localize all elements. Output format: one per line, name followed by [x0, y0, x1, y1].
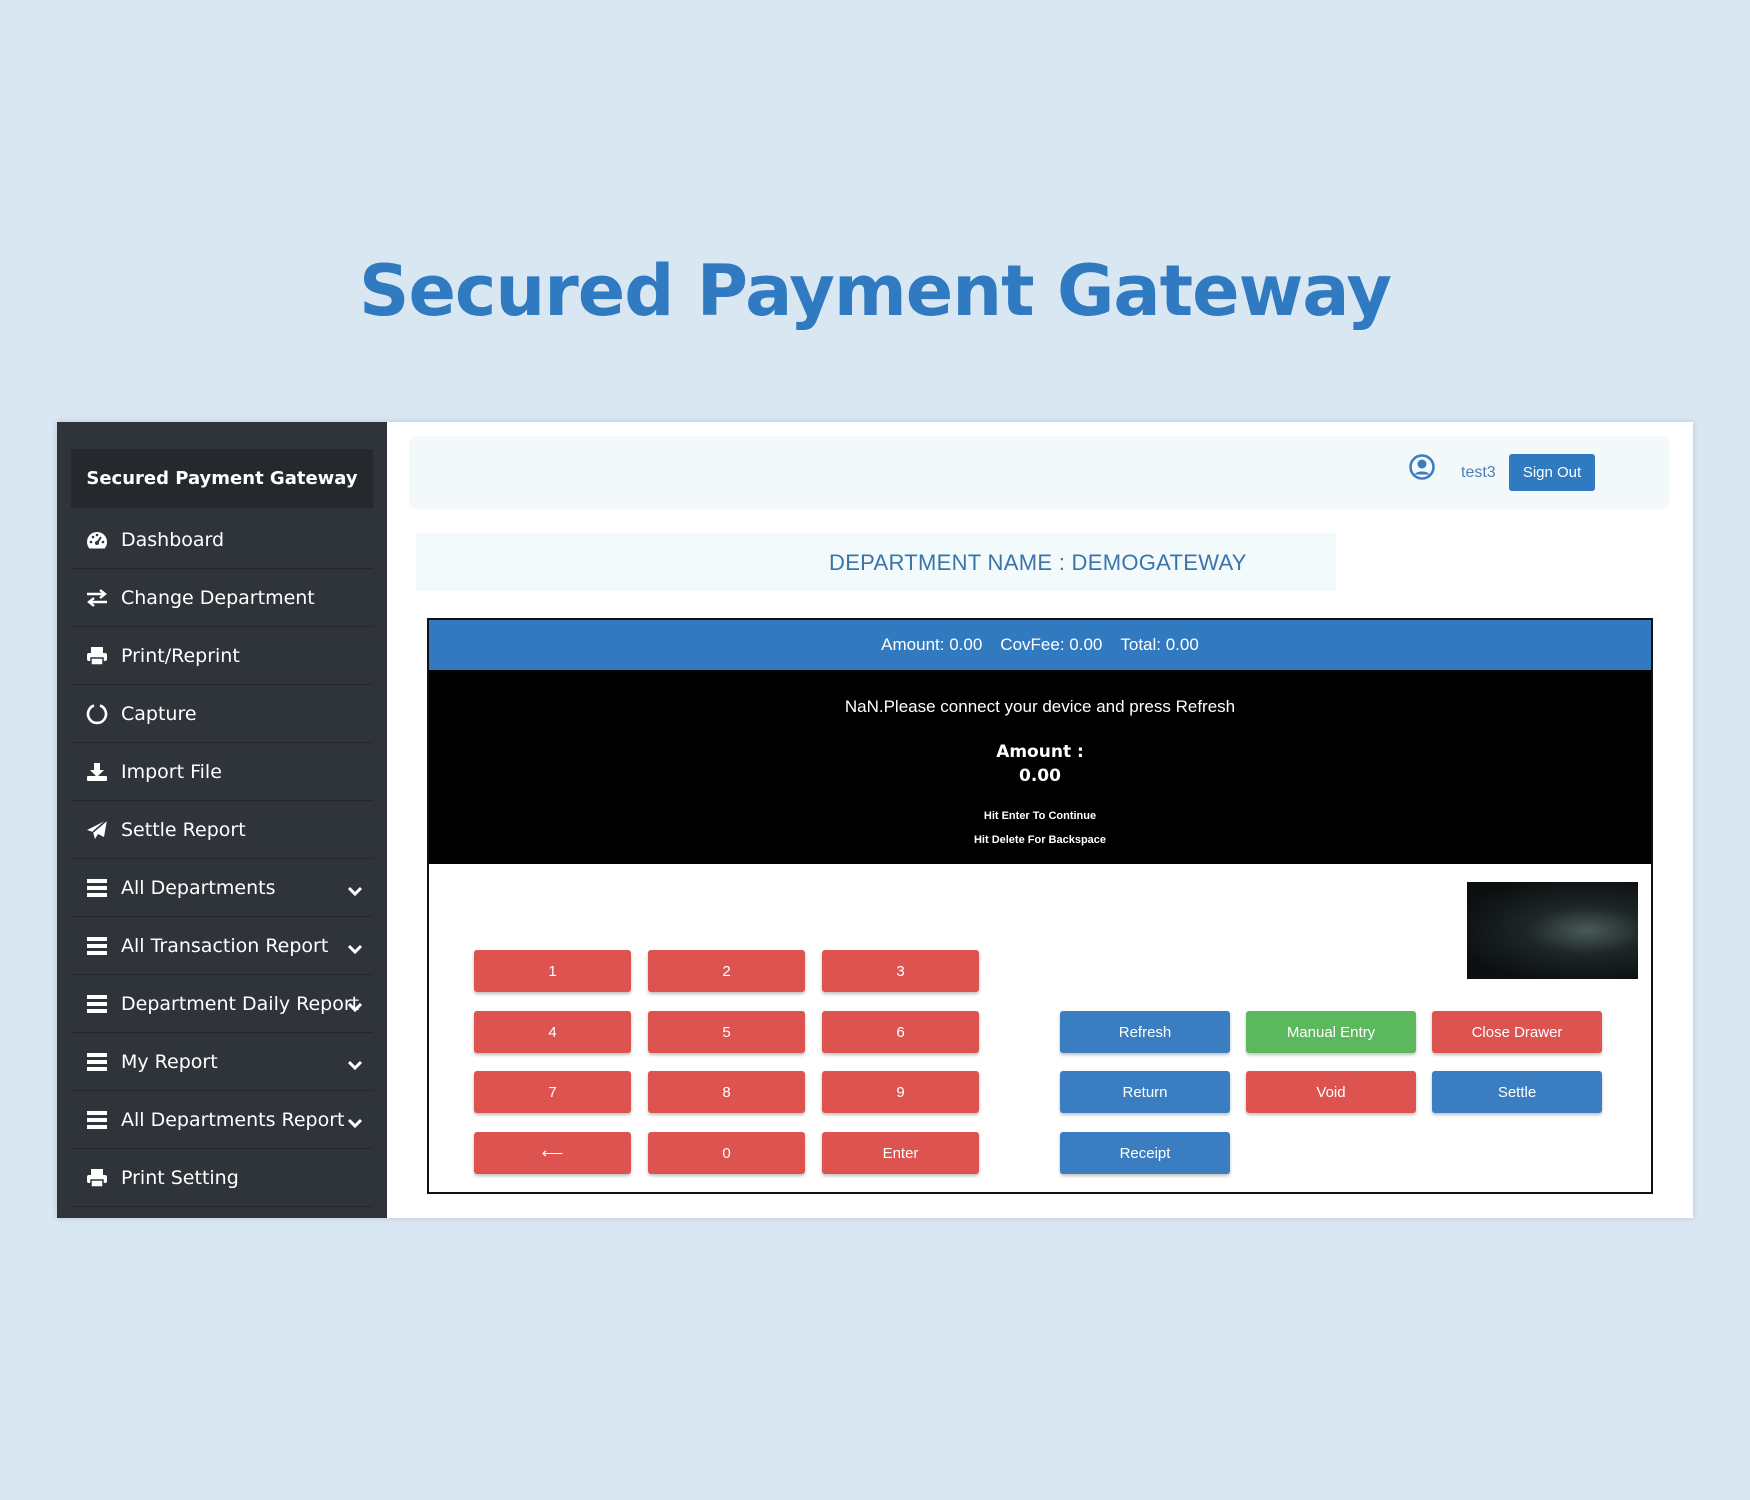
backspace-key[interactable]: ⟵ — [474, 1132, 631, 1174]
key-4[interactable]: 4 — [474, 1011, 631, 1053]
payment-terminal: Amount: 0.00 CovFee: 0.00 Total: 0.00 Na… — [427, 618, 1653, 1194]
settle-button[interactable]: Settle — [1432, 1071, 1602, 1113]
terminal-display: NaN.Please connect your device and press… — [429, 670, 1651, 864]
printer-icon — [85, 644, 109, 668]
sidebar-item-all-departments-report[interactable]: All Departments Report — [71, 1092, 373, 1149]
sidebar: Secured Payment Gateway Dashboard Change… — [57, 422, 387, 1218]
covfee-text: CovFee: 0.00 — [1000, 635, 1103, 654]
amount-summary-bar: Amount: 0.00 CovFee: 0.00 Total: 0.00 — [429, 620, 1651, 670]
sidebar-item-all-departments[interactable]: All Departments — [71, 860, 373, 917]
key-6[interactable]: 6 — [822, 1011, 979, 1053]
sidebar-item-capture[interactable]: Capture — [71, 686, 373, 743]
paper-plane-icon — [85, 818, 109, 842]
circle-notch-icon — [85, 702, 109, 726]
key-3[interactable]: 3 — [822, 950, 979, 992]
printer-icon — [85, 1166, 109, 1190]
sidebar-item-label: Settle Report — [121, 819, 246, 841]
sidebar-item-all-transaction-report[interactable]: All Transaction Report — [71, 918, 373, 975]
sidebar-item-settle-report[interactable]: Settle Report — [71, 802, 373, 859]
manual-entry-button[interactable]: Manual Entry — [1246, 1011, 1416, 1053]
sidebar-item-label: Capture — [121, 703, 197, 725]
sidebar-nav: Dashboard Change Department Print/Reprin… — [71, 512, 373, 1208]
chevron-down-icon — [347, 996, 363, 1018]
sidebar-item-department-daily-report[interactable]: Department Daily Report — [71, 976, 373, 1033]
app-window: Secured Payment Gateway Dashboard Change… — [57, 422, 1693, 1218]
sidebar-brand: Secured Payment Gateway — [71, 449, 373, 508]
username-dropdown[interactable]: test3 — [1461, 464, 1496, 482]
chevron-down-icon — [347, 1054, 363, 1076]
sidebar-item-label: Print/Reprint — [121, 645, 240, 667]
sidebar-item-dashboard[interactable]: Dashboard — [71, 512, 373, 569]
sidebar-item-print-reprint[interactable]: Print/Reprint — [71, 628, 373, 685]
amount-value: 0.00 — [1019, 766, 1061, 786]
chevron-down-icon — [347, 880, 363, 902]
total-text: Total: 0.00 — [1120, 635, 1199, 654]
key-7[interactable]: 7 — [474, 1071, 631, 1113]
device-message: NaN.Please connect your device and press… — [844, 697, 1236, 716]
exchange-icon — [85, 586, 109, 610]
sidebar-item-label: My Report — [121, 1051, 218, 1073]
download-icon — [85, 760, 109, 784]
receipt-button[interactable]: Receipt — [1060, 1132, 1230, 1174]
department-title: DEPARTMENT NAME : DEMOGATEWAY — [829, 550, 1247, 575]
refresh-button[interactable]: Refresh — [1060, 1011, 1230, 1053]
sign-out-button[interactable]: Sign Out — [1509, 454, 1595, 491]
void-button[interactable]: Void — [1246, 1071, 1416, 1113]
user-circle-icon[interactable] — [1409, 454, 1435, 485]
key-2[interactable]: 2 — [648, 950, 805, 992]
sidebar-item-label: Department Daily Report — [121, 993, 360, 1015]
enter-key[interactable]: Enter — [822, 1132, 979, 1174]
close-drawer-button[interactable]: Close Drawer — [1432, 1011, 1602, 1053]
key-8[interactable]: 8 — [648, 1071, 805, 1113]
chevron-down-icon — [347, 938, 363, 960]
sidebar-item-label: Change Department — [121, 587, 315, 609]
sidebar-item-label: All Transaction Report — [121, 935, 329, 957]
amount-text: Amount: 0.00 — [881, 635, 983, 654]
key-5[interactable]: 5 — [648, 1011, 805, 1053]
department-banner: DEPARTMENT NAME : DEMOGATEWAY — [416, 533, 1336, 591]
key-1[interactable]: 1 — [474, 950, 631, 992]
sidebar-item-label: All Departments Report — [121, 1109, 345, 1131]
hint-delete: Hit Delete For Backspace — [973, 834, 1107, 846]
key-0[interactable]: 0 — [648, 1132, 805, 1174]
sidebar-item-change-department[interactable]: Change Department — [71, 570, 373, 627]
sidebar-item-print-setting[interactable]: Print Setting — [71, 1150, 373, 1207]
device-preview-image — [1467, 882, 1638, 979]
list-icon — [85, 1050, 109, 1074]
sidebar-item-label: All Departments — [121, 877, 276, 899]
main-content: test3 Sign Out DEPARTMENT NAME : DEMOGAT… — [387, 422, 1693, 1218]
list-icon — [85, 934, 109, 958]
list-icon — [85, 992, 109, 1016]
list-icon — [85, 1108, 109, 1132]
hint-enter: Hit Enter To Continue — [983, 810, 1097, 822]
sidebar-item-label: Print Setting — [121, 1167, 239, 1189]
key-9[interactable]: 9 — [822, 1071, 979, 1113]
return-button[interactable]: Return — [1060, 1071, 1230, 1113]
sidebar-item-my-report[interactable]: My Report — [71, 1034, 373, 1091]
sidebar-item-label: Import File — [121, 761, 222, 783]
sidebar-item-label: Dashboard — [121, 529, 225, 551]
hero-title: Secured Payment Gateway — [359, 250, 1392, 332]
chevron-down-icon — [347, 1112, 363, 1134]
sidebar-item-import-file[interactable]: Import File — [71, 744, 373, 801]
dashboard-icon — [85, 528, 109, 552]
amount-label: Amount : — [996, 742, 1084, 762]
list-icon — [85, 876, 109, 900]
top-navbar: test3 Sign Out — [409, 436, 1669, 509]
